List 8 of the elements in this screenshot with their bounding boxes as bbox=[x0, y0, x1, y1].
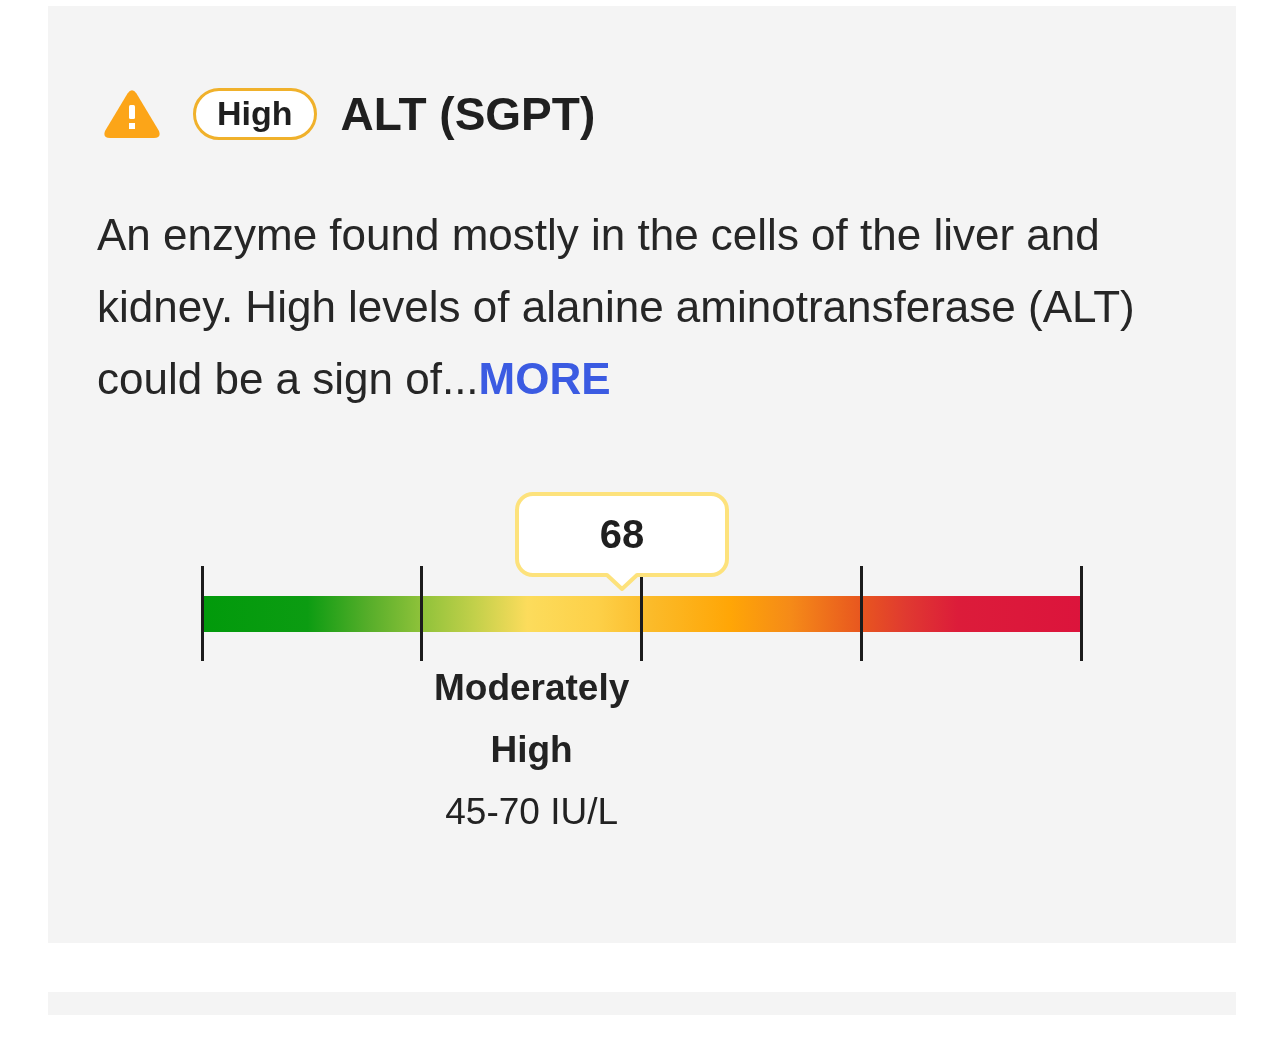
status-badge: High bbox=[193, 88, 317, 140]
range-name: Moderately High bbox=[432, 666, 631, 772]
value-tooltip: 68 bbox=[515, 492, 730, 591]
description-text: An enzyme found mostly in the cells of the liver and kidney. High levels of alanine aminotransferase (ALT) could be a sign of...MORE bbox=[97, 209, 1136, 405]
range-value: 45-70 IU/L bbox=[444, 790, 619, 834]
more-link[interactable]: MORE bbox=[478, 354, 611, 403]
card-title: ALT (SGPT) bbox=[340, 88, 596, 140]
warning-icon bbox=[103, 89, 161, 139]
